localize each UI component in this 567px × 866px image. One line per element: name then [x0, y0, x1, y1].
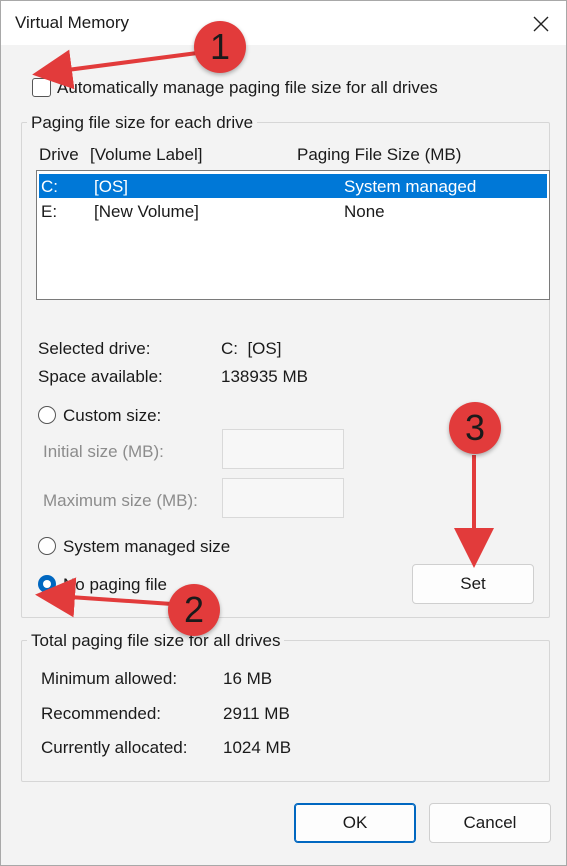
drive-paging-size: None	[344, 202, 385, 221]
recommended-value: 2911 MB	[223, 704, 290, 723]
maximum-size-input[interactable]	[222, 478, 344, 518]
ok-button[interactable]: OK	[294, 803, 416, 843]
close-button[interactable]	[521, 7, 561, 41]
annotation-badge-1: 1	[194, 21, 246, 73]
close-icon	[533, 16, 549, 32]
selected-drive-value: C: [OS]	[221, 339, 282, 358]
currently-allocated-label: Currently allocated:	[41, 738, 188, 757]
total-paging-group-title: Total paging file size for all drives	[27, 631, 285, 651]
auto-manage-label: Automatically manage paging file size fo…	[57, 78, 438, 97]
header-volume-label: [Volume Label]	[90, 145, 203, 164]
custom-size-label: Custom size:	[63, 406, 162, 425]
initial-size-input[interactable]	[222, 429, 344, 469]
currently-allocated-value: 1024 MB	[223, 738, 292, 757]
annotation-badge-3: 3	[449, 402, 501, 454]
cancel-button[interactable]: Cancel	[429, 803, 551, 843]
paging-file-group-title: Paging file size for each drive	[27, 113, 258, 133]
drive-letter: C:	[41, 177, 58, 196]
drive-list[interactable]: C: [OS] System managed E: [New Volume] N…	[36, 170, 550, 300]
minimum-allowed-value: 16 MB	[223, 669, 273, 688]
drive-volume-label: [OS]	[94, 177, 129, 196]
annotation-badge-2: 2	[168, 584, 220, 636]
header-drive: Drive	[39, 145, 79, 164]
auto-manage-checkbox[interactable]	[32, 78, 51, 97]
custom-size-radio[interactable]	[38, 406, 56, 424]
no-paging-label: No paging file	[63, 575, 167, 594]
system-managed-label: System managed size	[63, 537, 231, 556]
drive-letter: E:	[41, 202, 58, 221]
maximum-size-label: Maximum size (MB):	[43, 491, 198, 510]
system-managed-radio[interactable]	[38, 537, 56, 555]
minimum-allowed-label: Minimum allowed:	[41, 669, 178, 688]
drive-volume-label: [New Volume]	[94, 202, 199, 221]
initial-size-label: Initial size (MB):	[43, 442, 164, 461]
drive-row-e[interactable]: E: [New Volume] None	[39, 199, 547, 223]
drive-row-c[interactable]: C: [OS] System managed	[39, 174, 547, 198]
window-title: Virtual Memory	[15, 13, 129, 32]
recommended-label: Recommended:	[41, 704, 162, 723]
space-available-value: 138935 MB	[221, 367, 308, 386]
set-button[interactable]: Set	[412, 564, 534, 604]
no-paging-radio[interactable]	[38, 575, 56, 593]
drive-paging-size: System managed	[344, 177, 477, 196]
selected-drive-label: Selected drive:	[38, 339, 151, 358]
header-paging-size: Paging File Size (MB)	[297, 145, 462, 164]
title-bar: Virtual Memory	[1, 1, 566, 45]
space-available-label: Space available:	[38, 367, 163, 386]
